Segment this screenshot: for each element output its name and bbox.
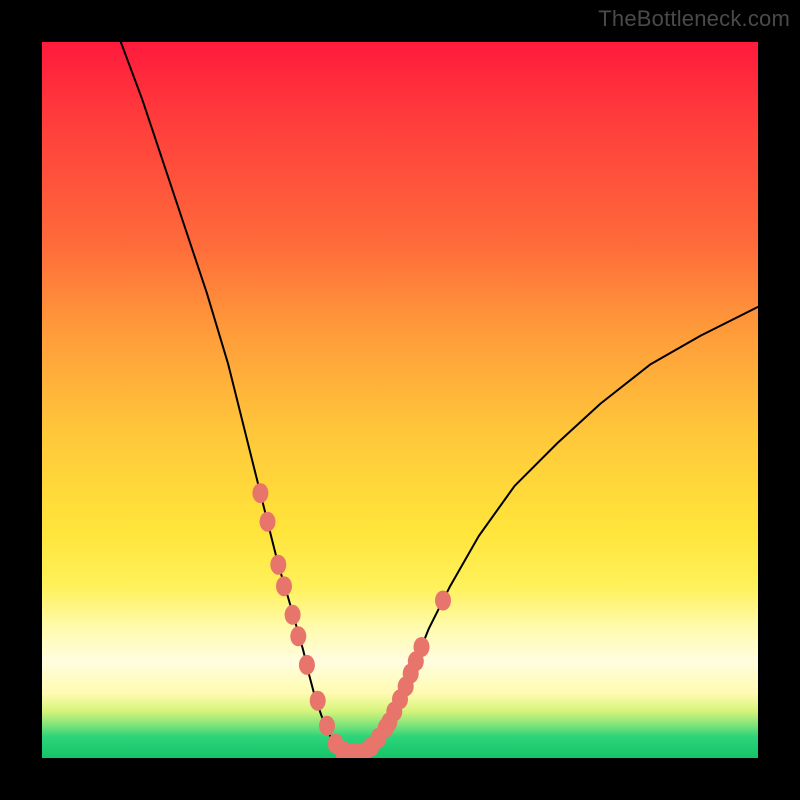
data-marker bbox=[260, 512, 276, 532]
chart-frame: TheBottleneck.com bbox=[0, 0, 800, 800]
data-marker bbox=[310, 691, 326, 711]
data-marker bbox=[252, 483, 268, 503]
watermark-text: TheBottleneck.com bbox=[598, 6, 790, 32]
series-right-branch bbox=[364, 307, 758, 752]
data-marker bbox=[299, 655, 315, 675]
data-marker bbox=[435, 591, 451, 611]
data-marker bbox=[285, 605, 301, 625]
data-marker bbox=[414, 637, 430, 657]
data-marker bbox=[270, 555, 286, 575]
series-left-branch bbox=[121, 42, 343, 752]
bottleneck-curve bbox=[42, 42, 758, 758]
data-marker bbox=[290, 626, 306, 646]
plot-area bbox=[42, 42, 758, 758]
data-marker bbox=[276, 576, 292, 596]
data-marker bbox=[319, 716, 335, 736]
